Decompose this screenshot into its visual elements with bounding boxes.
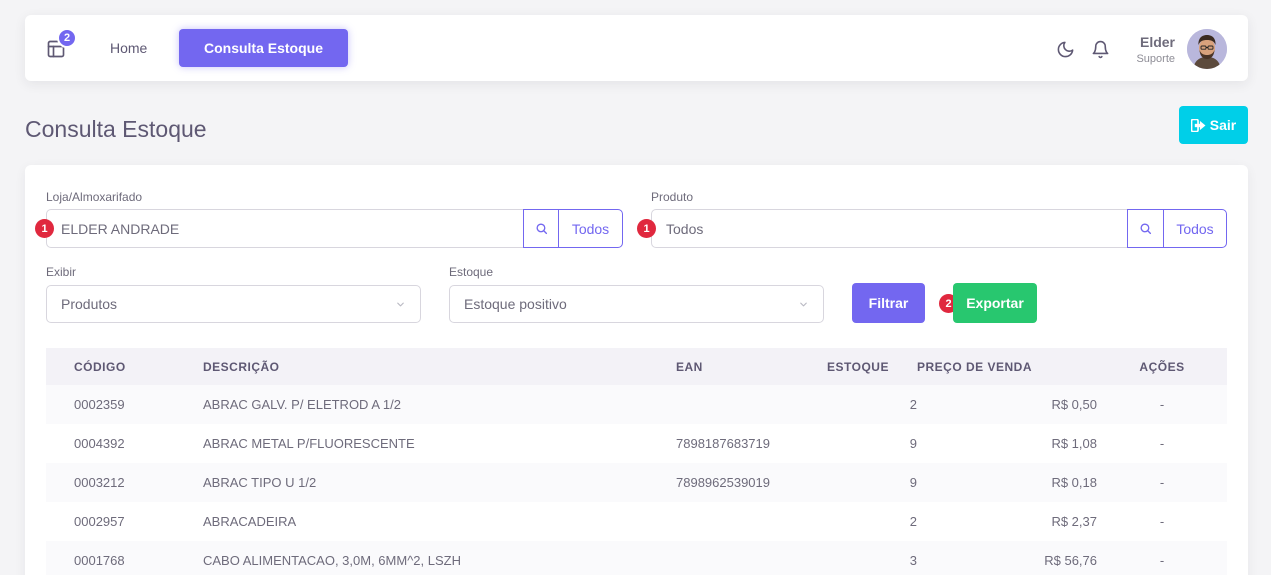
notification-count-badge: 2 (57, 28, 77, 48)
table-header-row: CÓDIGO DESCRIÇÃO EAN ESTOQUE PREÇO DE VE… (46, 348, 1227, 385)
top-navbar: 2 Home Consulta Estoque Elder Suporte (25, 15, 1248, 81)
nav-consulta-estoque-link[interactable]: Consulta Estoque (179, 29, 348, 67)
loja-todos-button[interactable]: Todos (558, 209, 623, 248)
loja-label: Loja/Almoxarifado (46, 190, 143, 204)
cell-acoes: - (1159, 436, 1165, 451)
header-preco-venda[interactable]: PREÇO DE VENDA (917, 348, 1097, 385)
cell-codigo: 0004392 (74, 436, 125, 451)
loja-search-button[interactable] (523, 209, 559, 248)
export-button[interactable]: Exportar (953, 283, 1037, 323)
estoque-label: Estoque (449, 265, 494, 279)
cell-ean (676, 385, 827, 424)
table-row[interactable]: 0002359 ABRAC GALV. P/ ELETROD A 1/2 2 R… (46, 385, 1227, 424)
cell-acoes: - (1159, 514, 1165, 529)
exibir-select-value: Produtos (61, 296, 118, 312)
table-row[interactable]: 0004392 ABRAC METAL P/FLUORESCENTE 78981… (46, 424, 1227, 463)
user-name[interactable]: Elder (1140, 34, 1175, 50)
search-icon (1140, 223, 1152, 235)
header-acoes: AÇÕES (1097, 348, 1227, 385)
table-row[interactable]: 0002957 ABRACADEIRA 2 R$ 2,37 - (46, 502, 1227, 541)
chevron-down-icon (397, 302, 404, 307)
cell-codigo: 0002957 (74, 514, 125, 529)
avatar-image (1187, 29, 1227, 69)
exibir-label: Exibir (46, 265, 77, 279)
cell-descricao: ABRAC METAL P/FLUORESCENTE (203, 436, 415, 451)
cell-preco: R$ 0,50 (917, 385, 1097, 424)
sign-out-icon (1190, 118, 1206, 132)
search-icon (535, 223, 547, 235)
stock-table: CÓDIGO DESCRIÇÃO EAN ESTOQUE PREÇO DE VE… (46, 348, 1227, 575)
cell-descricao: CABO ALIMENTACAO, 3,0M, 6MM^2, LSZH (203, 541, 676, 575)
table-row[interactable]: 0001768 CABO ALIMENTACAO, 3,0M, 6MM^2, L… (46, 541, 1227, 575)
chevron-down-icon (800, 302, 807, 307)
exit-button[interactable]: Sair (1179, 106, 1248, 144)
produto-input[interactable]: Todos (651, 209, 1128, 248)
cell-ean (676, 502, 827, 541)
loja-input-value: ELDER ANDRADE (61, 220, 180, 237)
filter-card: Loja/Almoxarifado ELDER ANDRADE Todos 1 … (25, 165, 1248, 575)
cell-acoes: - (1097, 385, 1227, 424)
cell-descricao: ABRACADEIRA (203, 514, 297, 529)
cell-estoque: 2 (827, 385, 917, 424)
cell-acoes: - (1097, 541, 1227, 575)
produto-todos-button[interactable]: Todos (1163, 209, 1227, 248)
cell-preco: R$ 2,37 (1051, 514, 1097, 529)
cell-ean: 7898962539019 (676, 463, 827, 502)
cell-preco: R$ 56,76 (917, 541, 1097, 575)
header-codigo[interactable]: CÓDIGO (46, 348, 203, 385)
moon-icon[interactable] (1056, 40, 1075, 59)
cell-estoque: 2 (909, 514, 917, 529)
cell-codigo: 0002359 (46, 385, 203, 424)
cell-preco: R$ 1,08 (1051, 436, 1097, 451)
header-descricao[interactable]: DESCRIÇÃO (203, 348, 676, 385)
avatar[interactable] (1187, 29, 1227, 69)
cell-ean: 7898187683719 (676, 436, 770, 451)
cell-estoque: 3 (827, 541, 917, 575)
exibir-select[interactable]: Produtos (46, 285, 421, 323)
exit-button-label: Sair (1209, 117, 1237, 133)
table-row[interactable]: 0003212 ABRAC TIPO U 1/2 7898962539019 9… (46, 463, 1227, 502)
user-role: Suporte (1136, 53, 1175, 65)
estoque-select-value: Estoque positivo (464, 296, 567, 312)
produto-label: Produto (651, 190, 694, 204)
cell-descricao: ABRAC GALV. P/ ELETROD A 1/2 (203, 385, 676, 424)
loja-input[interactable]: ELDER ANDRADE (46, 209, 524, 248)
estoque-select[interactable]: Estoque positivo (449, 285, 824, 323)
produto-step-badge: 1 (637, 219, 656, 238)
produto-search-button[interactable] (1127, 209, 1164, 248)
cell-codigo: 0003212 (46, 463, 203, 502)
header-estoque[interactable]: ESTOQUE (827, 348, 917, 385)
filter-button[interactable]: Filtrar (852, 283, 925, 323)
cell-ean (676, 541, 827, 575)
cell-estoque: 9 (909, 436, 917, 451)
loja-step-badge: 1 (35, 219, 54, 238)
cell-preco: R$ 0,18 (917, 463, 1097, 502)
cell-acoes: - (1097, 463, 1227, 502)
produto-input-value: Todos (666, 220, 704, 237)
nav-home-link[interactable]: Home (110, 40, 147, 56)
page-title: Consulta Estoque (25, 116, 207, 142)
header-ean[interactable]: EAN (676, 348, 827, 385)
cell-descricao: ABRAC TIPO U 1/2 (203, 463, 676, 502)
cell-codigo: 0001768 (46, 541, 203, 575)
cell-estoque: 9 (827, 463, 917, 502)
bell-icon[interactable] (1091, 40, 1110, 59)
